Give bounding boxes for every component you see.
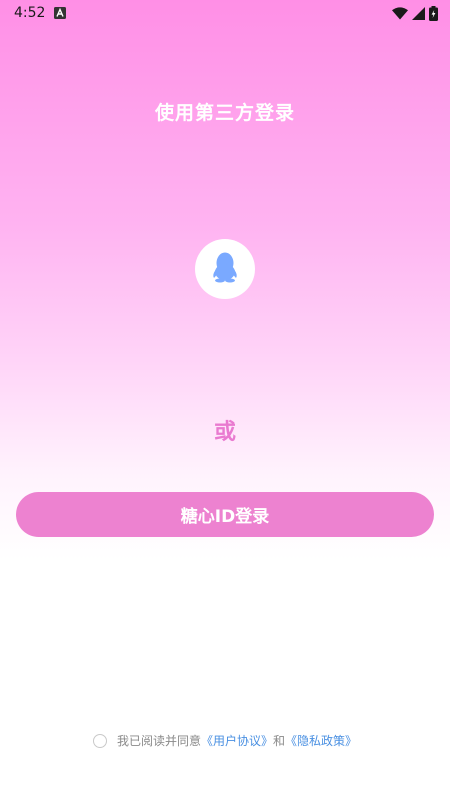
tangxin-id-login-button[interactable]: 糖心ID登录	[16, 492, 434, 537]
qq-penguin-icon	[211, 251, 239, 287]
privacy-policy-link[interactable]: 《隐私政策》	[285, 732, 357, 749]
agreement-prefix: 我已阅读并同意	[116, 734, 201, 748]
status-bar: 4:52	[0, 0, 450, 28]
status-icons	[392, 6, 438, 25]
agreement-conjunction: 和	[273, 734, 286, 748]
agreement-row: 我已阅读并同意 《用户协议》 和 《隐私政策》	[0, 732, 450, 749]
a-box-icon	[54, 7, 66, 19]
signal-icon	[412, 7, 425, 24]
user-agreement-link[interactable]: 《用户协议》	[201, 732, 273, 749]
battery-icon	[429, 6, 438, 25]
page-title: 使用第三方登录	[154, 102, 295, 124]
wifi-icon	[392, 7, 408, 24]
qq-login-button[interactable]	[195, 239, 255, 299]
status-time: 4:52	[14, 5, 46, 21]
or-divider-label: 或	[213, 420, 236, 445]
agreement-checkbox[interactable]	[92, 733, 107, 748]
